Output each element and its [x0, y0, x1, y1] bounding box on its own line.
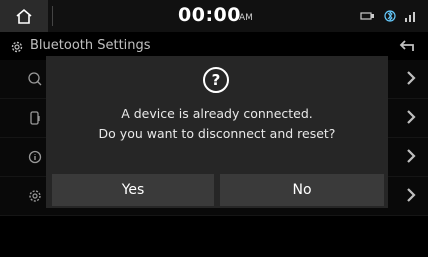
dialog-message-line1: A device is already connected. [121, 106, 313, 121]
home-button[interactable] [0, 0, 48, 32]
yes-button[interactable]: Yes [52, 174, 214, 206]
question-icon: ? [203, 67, 229, 93]
home-icon [16, 8, 32, 24]
bluetooth-phone-icon [384, 10, 396, 22]
clock-ampm: AM [239, 13, 253, 23]
confirm-dialog: ? A device is already connected. Do you … [46, 56, 388, 208]
signal-icon [405, 12, 415, 22]
no-button[interactable]: No [220, 174, 384, 206]
clock-time: 00:00 [178, 4, 241, 26]
status-divider [52, 6, 53, 26]
status-icons [360, 10, 418, 22]
usb-icon [360, 12, 374, 20]
dialog-message: A device is already connected. Do you wa… [46, 104, 388, 144]
status-bar: 00:00 AM [0, 0, 428, 32]
dialog-message-line2: Do you want to disconnect and reset? [98, 126, 336, 141]
